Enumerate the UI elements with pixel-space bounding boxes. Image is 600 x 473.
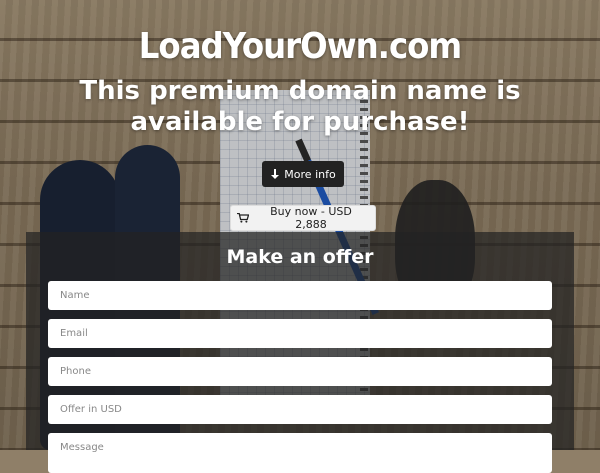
name-field[interactable] <box>48 281 552 310</box>
offer-title: Make an offer <box>226 246 374 268</box>
phone-field[interactable] <box>48 357 552 386</box>
buy-now-button[interactable]: Buy now - USD 2,888 <box>230 205 376 231</box>
more-info-button[interactable]: More info <box>262 161 344 187</box>
more-info-label: More info <box>284 167 336 181</box>
arrow-down-icon <box>270 169 280 179</box>
message-field[interactable] <box>48 433 552 473</box>
offer-amount-field[interactable] <box>48 395 552 424</box>
cart-icon <box>237 213 249 223</box>
buy-now-label: Buy now - USD 2,888 <box>270 205 352 231</box>
offer-form-panel: Make an offer <box>26 232 574 473</box>
headline: This premium domain name is available fo… <box>79 76 521 137</box>
email-field[interactable] <box>48 319 552 348</box>
domain-title: LoadYourOwn.com <box>138 26 462 67</box>
